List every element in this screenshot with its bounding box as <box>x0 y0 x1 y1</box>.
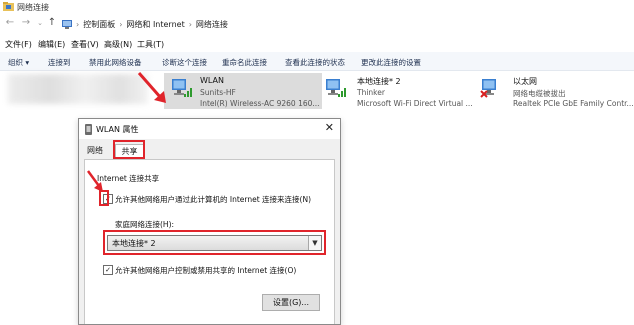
adapter-status: Thinker <box>357 88 385 97</box>
crumb-control-panel[interactable]: 控制面板 <box>83 19 115 30</box>
window-titlebar: 网络连接 <box>0 0 634 14</box>
adapter-name: WLAN <box>200 76 225 85</box>
up-arrow-icon[interactable]: ↑ <box>46 17 58 29</box>
chevron-right-icon: › <box>188 19 192 29</box>
wifi-adapter-icon <box>172 79 192 97</box>
blurred-region <box>8 74 148 104</box>
menu-edit[interactable]: 编辑(E) <box>38 39 65 50</box>
command-toolbar: 组织 ▾ 连接到 禁用此网络设备 诊断这个连接 重命名此连接 查看此连接的状态 … <box>0 52 634 71</box>
window-title: 网络连接 <box>17 3 49 12</box>
menu-bar: 文件(F) 编辑(E) 查看(V) 高级(N) 工具(T) <box>0 35 634 51</box>
back-arrow-icon[interactable]: ← <box>4 17 16 29</box>
adapter-device: Intel(R) Wireless-AC 9260 160... <box>200 99 320 108</box>
close-icon[interactable]: ✕ <box>325 122 334 134</box>
highlight-box-sharing-tab <box>113 140 145 159</box>
view-status-button[interactable]: 查看此连接的状态 <box>285 57 345 68</box>
highlight-box-home-network <box>103 230 326 255</box>
organize-button[interactable]: 组织 ▾ <box>8 57 29 68</box>
recent-chevron-icon[interactable]: ⌄ <box>34 17 46 29</box>
dialog-titlebar: WLAN 属性 ✕ <box>79 119 340 139</box>
diagnose-button[interactable]: 诊断这个连接 <box>162 57 207 68</box>
rename-button[interactable]: 重命名此连接 <box>222 57 267 68</box>
network-folder-icon <box>3 2 14 11</box>
control-panel-icon <box>62 19 72 29</box>
dialog-title: WLAN 属性 <box>96 125 139 134</box>
adapter-device: Microsoft Wi-Fi Direct Virtual ... <box>357 99 473 108</box>
chevron-right-icon: › <box>119 19 123 29</box>
adapter-device: Realtek PCIe GbE Family Contr... <box>513 99 634 108</box>
allow-control-checkbox[interactable]: ✓ <box>103 265 113 275</box>
chevron-right-icon: › <box>76 19 80 29</box>
wlan-properties-dialog: WLAN 属性 ✕ 网络 共享 Internet 连接共享 ✓ 允许其他网络用户… <box>78 118 341 325</box>
home-network-label: 家庭网络连接(H): <box>115 220 175 229</box>
address-bar: ← → ⌄ ↑ › 控制面板 › 网络和 Internet › 网络连接 <box>0 14 634 34</box>
settings-button[interactable]: 设置(G)... <box>262 294 320 311</box>
menu-advanced[interactable]: 高级(N) <box>104 39 132 50</box>
red-pointer-arrow-icon <box>137 72 166 103</box>
adapter-name: 以太网 <box>513 77 537 86</box>
adapter-status: Sunits-HF <box>200 88 236 97</box>
forward-arrow-icon[interactable]: → <box>20 17 32 29</box>
allow-share-label[interactable]: 允许其他网络用户通过此计算机的 Internet 连接来连接(N) <box>115 194 311 205</box>
adapter-status: 网络电缆被拔出 <box>513 89 566 98</box>
menu-view[interactable]: 查看(V) <box>71 39 99 50</box>
adapter-name: 本地连接* 2 <box>357 77 401 86</box>
red-pointer-arrow-icon <box>86 170 103 192</box>
menu-tools[interactable]: 工具(T) <box>137 39 164 50</box>
crumb-network-connections[interactable]: 网络连接 <box>196 19 228 30</box>
breadcrumb: › 控制面板 › 网络和 Internet › 网络连接 <box>62 18 228 30</box>
wlan-adapter-small-icon <box>85 124 92 135</box>
disable-device-button[interactable]: 禁用此网络设备 <box>89 57 142 68</box>
change-settings-button[interactable]: 更改此连接的设置 <box>361 57 421 68</box>
menu-file[interactable]: 文件(F) <box>5 39 32 50</box>
tab-network[interactable]: 网络 <box>84 144 106 158</box>
allow-control-label[interactable]: 允许其他网络用户控制或禁用共享的 Internet 连接(O) <box>115 265 296 276</box>
connect-to-button[interactable]: 连接到 <box>48 57 71 68</box>
crumb-network-internet[interactable]: 网络和 Internet <box>126 19 184 30</box>
